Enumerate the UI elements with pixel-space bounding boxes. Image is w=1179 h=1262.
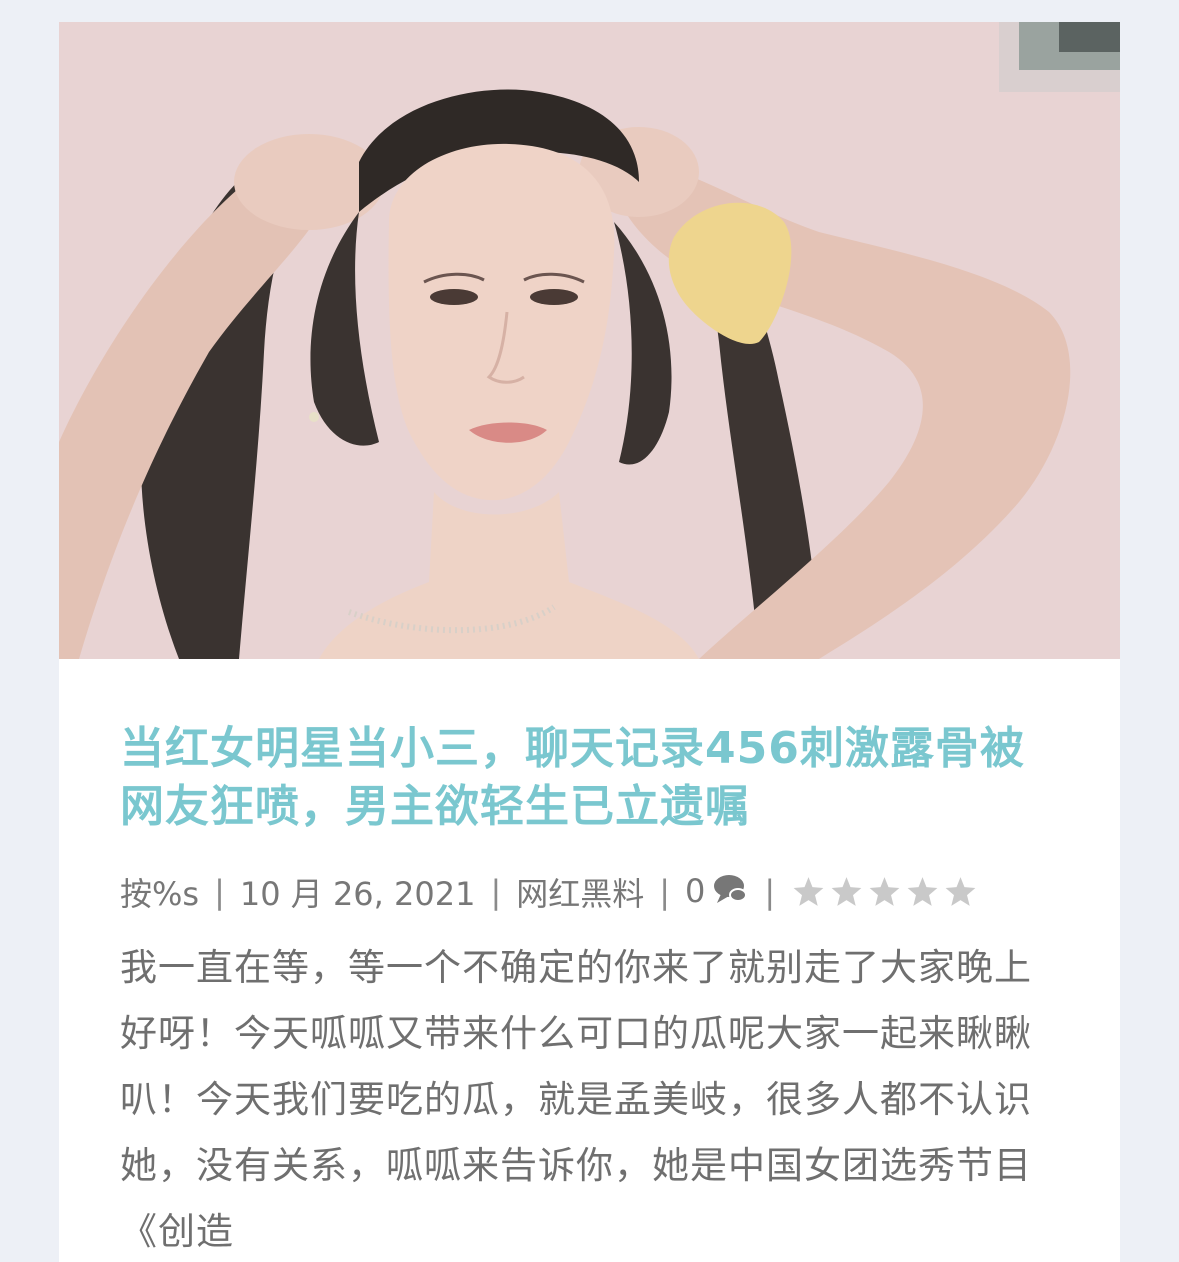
post-card: 当红女明星当小三，聊天记录456刺激露骨被网友狂喷，男主欲轻生已立遗嘱 按%s … xyxy=(59,22,1120,1262)
star-icon xyxy=(945,877,976,906)
post-category[interactable]: 网红黑料 xyxy=(516,869,644,915)
post-title[interactable]: 当红女明星当小三，聊天记录456刺激露骨被网友狂喷，男主欲轻生已立遗嘱 xyxy=(120,720,1050,836)
star-icon xyxy=(869,877,900,906)
meta-separator: | xyxy=(659,873,671,911)
speech-bubble-icon xyxy=(713,873,749,913)
star-icon xyxy=(793,877,824,906)
star-icon xyxy=(831,877,862,906)
meta-separator: | xyxy=(214,873,225,911)
rating-stars[interactable] xyxy=(790,875,979,909)
comments-link[interactable]: 0 xyxy=(685,872,749,913)
featured-image[interactable] xyxy=(59,22,1120,659)
comment-count: 0 xyxy=(685,871,706,910)
post-author[interactable]: 按%s xyxy=(120,869,199,915)
post-content: 当红女明星当小三，聊天记录456刺激露骨被网友狂喷，男主欲轻生已立遗嘱 按%s … xyxy=(120,720,1050,1262)
featured-image-illustration xyxy=(59,22,1120,659)
post-date: 10 月 26, 2021 xyxy=(239,875,476,913)
star-icon xyxy=(907,877,938,906)
meta-separator: | xyxy=(490,873,502,911)
meta-separator: | xyxy=(764,873,776,911)
post-excerpt: 我一直在等，等一个不确定的你来了就别走了大家晚上好呀！今天呱呱又带来什么可口的瓜… xyxy=(120,946,1032,1253)
post-meta: 按%s | 10 月 26, 2021 | 网红黑料 | 0 | xyxy=(120,869,1050,915)
